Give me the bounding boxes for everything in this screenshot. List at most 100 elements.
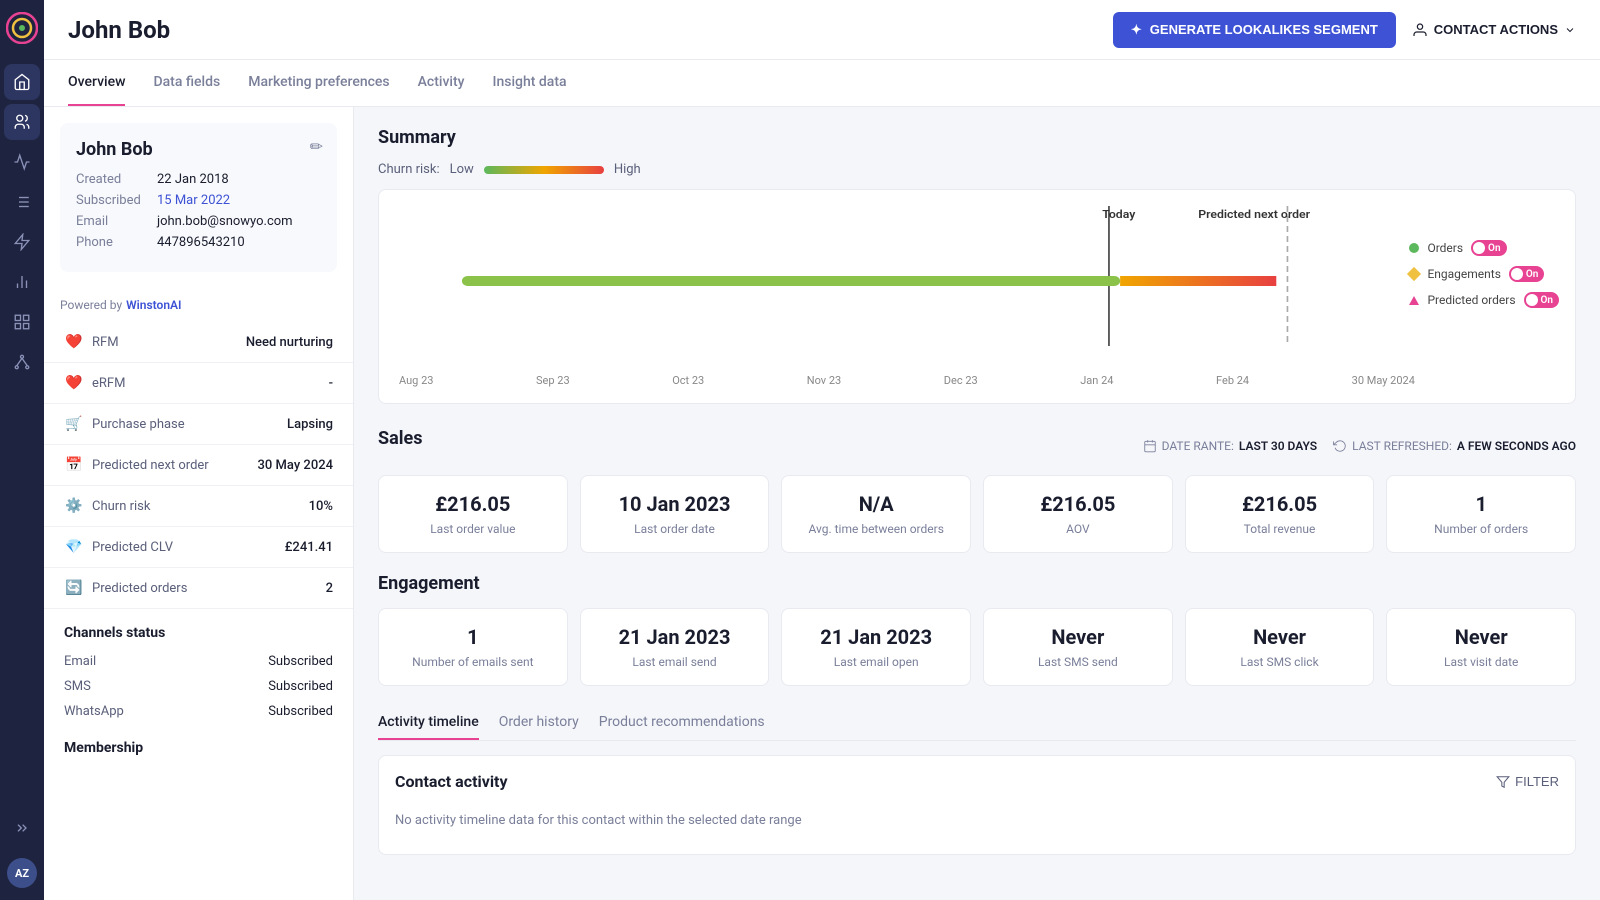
edit-contact-icon[interactable]: ✏ bbox=[310, 137, 323, 156]
right-panel: Summary Churn risk: Low High Orders On bbox=[354, 107, 1600, 900]
legend-orders-dot bbox=[1409, 243, 1419, 253]
sales-card-last-order-value: £216.05 Last order value bbox=[378, 475, 568, 553]
last-refreshed-item: LAST REFRESHED: A FEW SECONDS AGO bbox=[1333, 439, 1576, 453]
sidebar-item-lightning[interactable] bbox=[4, 224, 40, 260]
sales-card-last-order-date: 10 Jan 2023 Last order date bbox=[580, 475, 770, 553]
engagement-card-last-sms-send: Never Last SMS send bbox=[983, 608, 1173, 686]
sidebar-item-lists[interactable] bbox=[4, 184, 40, 220]
legend-predicted-orders: Predicted orders On bbox=[1409, 292, 1559, 308]
contact-activity-title: Contact activity bbox=[395, 772, 508, 791]
sales-card-avg-time: N/A Avg. time between orders bbox=[781, 475, 971, 553]
engagement-card-last-email-send: 21 Jan 2023 Last email send bbox=[580, 608, 770, 686]
top-header: John Bob ✦ GENERATE LOOKALIKES SEGMENT C… bbox=[44, 0, 1600, 60]
engagement-card-last-visit-date: Never Last visit date bbox=[1386, 608, 1576, 686]
filter-button[interactable]: FILTER bbox=[1496, 774, 1559, 789]
tab-insight-data[interactable]: Insight data bbox=[493, 60, 567, 106]
orders-toggle[interactable]: On bbox=[1471, 240, 1506, 256]
user-avatar[interactable]: AZ bbox=[7, 858, 37, 888]
sales-title: Sales bbox=[378, 428, 422, 449]
sales-card-total-revenue: £216.05 Total revenue bbox=[1185, 475, 1375, 553]
sidebar-item-contacts[interactable] bbox=[4, 104, 40, 140]
contact-created-field: Created 22 Jan 2018 bbox=[76, 172, 321, 187]
channel-whatsapp: WhatsApp Subscribed bbox=[44, 699, 353, 724]
sidebar-item-integrations[interactable] bbox=[4, 344, 40, 380]
app-logo[interactable] bbox=[6, 12, 38, 44]
contact-card-name: John Bob bbox=[76, 139, 321, 160]
powered-by: Powered by WinstonAI bbox=[44, 288, 353, 322]
risk-gradient-bar bbox=[484, 166, 604, 174]
engagement-cards: 1 Number of emails sent 21 Jan 2023 Last… bbox=[378, 608, 1576, 686]
legend-engagements-dot bbox=[1407, 267, 1421, 281]
tab-data-fields[interactable]: Data fields bbox=[153, 60, 220, 106]
tab-product-recommendations[interactable]: Product recommendations bbox=[599, 706, 765, 740]
page-title: John Bob bbox=[68, 16, 170, 44]
chart-svg: Today Predicted next order bbox=[395, 206, 1399, 366]
main-content: John Bob ✦ GENERATE LOOKALIKES SEGMENT C… bbox=[44, 0, 1600, 900]
metric-predicted-clv: 💎 Predicted CLV £241.41 bbox=[44, 527, 353, 568]
tab-marketing-preferences[interactable]: Marketing preferences bbox=[248, 60, 389, 106]
predicted-orders-icon: 🔄 bbox=[64, 578, 84, 598]
sales-cards: £216.05 Last order value 10 Jan 2023 Las… bbox=[378, 475, 1576, 553]
summary-chart: Orders On Engagements On Predicted order… bbox=[378, 189, 1576, 404]
membership-title: Membership bbox=[44, 724, 353, 764]
sales-card-number-of-orders: 1 Number of orders bbox=[1386, 475, 1576, 553]
legend-orders: Orders On bbox=[1409, 240, 1559, 256]
sparkle-icon: ✦ bbox=[1131, 22, 1142, 38]
date-range-item: DATE RANTE: LAST 30 DAYS bbox=[1143, 439, 1318, 453]
contact-actions-button[interactable]: CONTACT ACTIONS bbox=[1412, 22, 1576, 38]
purchase-phase-icon: 🛒 bbox=[64, 414, 84, 434]
sales-section: Sales DATE RANTE: LAST 30 DAYS LAST REFR… bbox=[378, 428, 1576, 553]
engagement-section: Engagement 1 Number of emails sent 21 Ja… bbox=[378, 573, 1576, 686]
contact-card: John Bob ✏ Created 22 Jan 2018 Subscribe… bbox=[60, 123, 337, 272]
clv-icon: 💎 bbox=[64, 537, 84, 557]
churn-risk-bar: Churn risk: Low High bbox=[378, 162, 1576, 177]
generate-lookalikes-button[interactable]: ✦ GENERATE LOOKALIKES SEGMENT bbox=[1113, 12, 1396, 48]
header-actions: ✦ GENERATE LOOKALIKES SEGMENT CONTACT AC… bbox=[1113, 12, 1576, 48]
contact-email-field: Email john.bob@snowyo.com bbox=[76, 214, 321, 229]
sales-card-aov: £216.05 AOV bbox=[983, 475, 1173, 553]
engagements-toggle[interactable]: On bbox=[1509, 266, 1544, 282]
sidebar-item-grid[interactable] bbox=[4, 304, 40, 340]
date-range-info: DATE RANTE: LAST 30 DAYS LAST REFRESHED:… bbox=[1143, 439, 1576, 453]
metric-churn-risk: ⚙️ Churn risk 10% bbox=[44, 486, 353, 527]
chart-x-labels: Aug 23 Sep 23 Oct 23 Nov 23 Dec 23 Jan 2… bbox=[395, 374, 1419, 387]
metric-predicted-next-order: 📅 Predicted next order 30 May 2024 bbox=[44, 445, 353, 486]
left-panel: John Bob ✏ Created 22 Jan 2018 Subscribe… bbox=[44, 107, 354, 900]
channels-title: Channels status bbox=[44, 609, 353, 649]
engagement-card-emails-sent: 1 Number of emails sent bbox=[378, 608, 568, 686]
metric-erfm: ❤️ eRFM - bbox=[44, 363, 353, 404]
tab-activity[interactable]: Activity bbox=[418, 60, 465, 106]
predicted-orders-toggle[interactable]: On bbox=[1524, 292, 1559, 308]
sidebar: AZ bbox=[0, 0, 44, 900]
channel-sms: SMS Subscribed bbox=[44, 674, 353, 699]
sidebar-item-reports[interactable] bbox=[4, 264, 40, 300]
chart-legend: Orders On Engagements On Predicted order… bbox=[1409, 240, 1559, 308]
tab-overview[interactable]: Overview bbox=[68, 60, 125, 106]
nav-tabs: Overview Data fields Marketing preferenc… bbox=[44, 60, 1600, 107]
tab-activity-timeline[interactable]: Activity timeline bbox=[378, 706, 479, 740]
contact-subscribed-field: Subscribed 15 Mar 2022 bbox=[76, 193, 321, 208]
contact-activity-section: Contact activity FILTER No activity time… bbox=[378, 755, 1576, 855]
no-activity-message: No activity timeline data for this conta… bbox=[395, 803, 1559, 838]
content-area: John Bob ✏ Created 22 Jan 2018 Subscribe… bbox=[44, 107, 1600, 900]
churn-risk-icon: ⚙️ bbox=[64, 496, 84, 516]
engagement-card-last-sms-click: Never Last SMS click bbox=[1185, 608, 1375, 686]
tab-order-history[interactable]: Order history bbox=[499, 706, 579, 740]
activity-tabs: Activity timeline Order history Product … bbox=[378, 706, 1576, 741]
rfm-icon: ❤️ bbox=[64, 332, 84, 352]
summary-section: Summary Churn risk: Low High Orders On bbox=[378, 127, 1576, 404]
contact-phone-field: Phone 447896543210 bbox=[76, 235, 321, 250]
sales-header: Sales DATE RANTE: LAST 30 DAYS LAST REFR… bbox=[378, 428, 1576, 463]
calendar-icon: 📅 bbox=[64, 455, 84, 475]
metric-purchase-phase: 🛒 Purchase phase Lapsing bbox=[44, 404, 353, 445]
sidebar-item-activity[interactable] bbox=[4, 144, 40, 180]
legend-engagements: Engagements On bbox=[1409, 266, 1559, 282]
erfm-icon: ❤️ bbox=[64, 373, 84, 393]
sidebar-expand-btn[interactable] bbox=[4, 810, 40, 846]
sidebar-item-home[interactable] bbox=[4, 64, 40, 100]
svg-text:Today: Today bbox=[1102, 208, 1135, 221]
engagement-card-last-email-open: 21 Jan 2023 Last email open bbox=[781, 608, 971, 686]
summary-title: Summary bbox=[378, 127, 1576, 148]
contact-activity-header: Contact activity FILTER bbox=[395, 772, 1559, 791]
channel-email: Email Subscribed bbox=[44, 649, 353, 674]
